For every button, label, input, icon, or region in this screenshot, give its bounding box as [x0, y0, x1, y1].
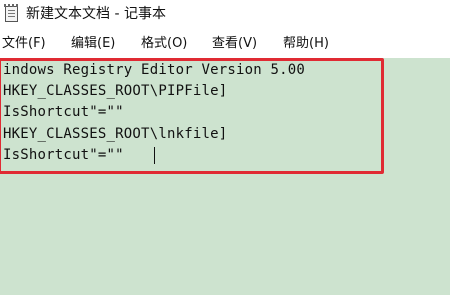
editor-line: HKEY_CLASSES_ROOT\PIPFile]	[3, 83, 228, 99]
editor-text-area[interactable]: indows Registry Editor Version 5.00 HKEY…	[0, 58, 450, 295]
text-caret	[154, 147, 155, 164]
editor-line: IsShortcut"=""	[3, 147, 124, 163]
text-editor[interactable]: indows Registry Editor Version 5.00 HKEY…	[0, 58, 450, 295]
menu-bar: 文件(F) 编辑(E) 格式(O) 查看(V) 帮助(H)	[0, 31, 450, 59]
editor-line: IsShortcut"=""	[3, 104, 124, 120]
window-title: 新建文本文档 - 记事本	[26, 6, 166, 22]
menu-file[interactable]: 文件(F)	[2, 36, 46, 52]
editor-line: indows Registry Editor Version 5.00	[3, 62, 306, 78]
menu-format[interactable]: 格式(O)	[141, 36, 187, 52]
menu-edit[interactable]: 编辑(E)	[71, 36, 115, 52]
menu-view[interactable]: 查看(V)	[212, 36, 257, 52]
title-bar: 新建文本文档 - 记事本	[0, 0, 450, 30]
menu-help[interactable]: 帮助(H)	[283, 36, 329, 52]
notepad-icon	[4, 4, 19, 22]
editor-line: HKEY_CLASSES_ROOT\lnkfile]	[3, 126, 228, 142]
